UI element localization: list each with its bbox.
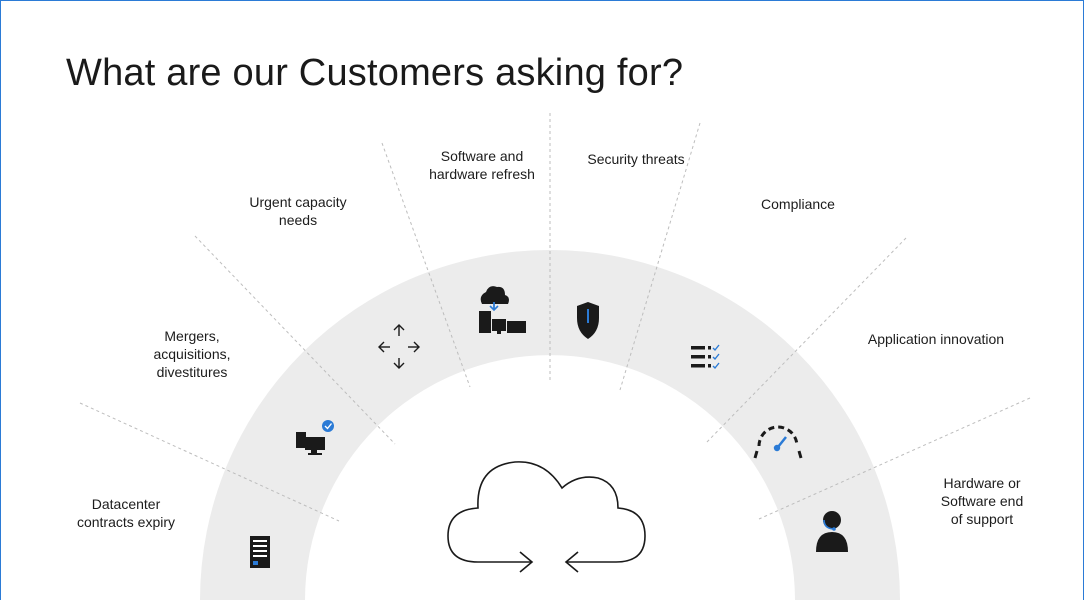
label-datacenter-contracts-expiry: Datacenter contracts expiry — [76, 496, 176, 530]
cloud-migration-icon — [447, 461, 646, 573]
label-security-threats: Security threats — [587, 151, 685, 167]
document-icon — [250, 536, 270, 568]
ring-band — [200, 250, 900, 600]
label-application-innovation: Application innovation — [867, 331, 1005, 347]
label-compliance: Compliance — [761, 196, 835, 212]
label-software-hardware-refresh: Software and hardware refresh — [429, 148, 535, 182]
label-mergers-acquisitions: Mergers, acquisitions, divestitures — [153, 328, 231, 380]
label-hardware-software-end-of-support: Hardware or Software end of support — [940, 475, 1024, 527]
label-urgent-capacity-needs: Urgent capacity needs — [249, 194, 347, 228]
